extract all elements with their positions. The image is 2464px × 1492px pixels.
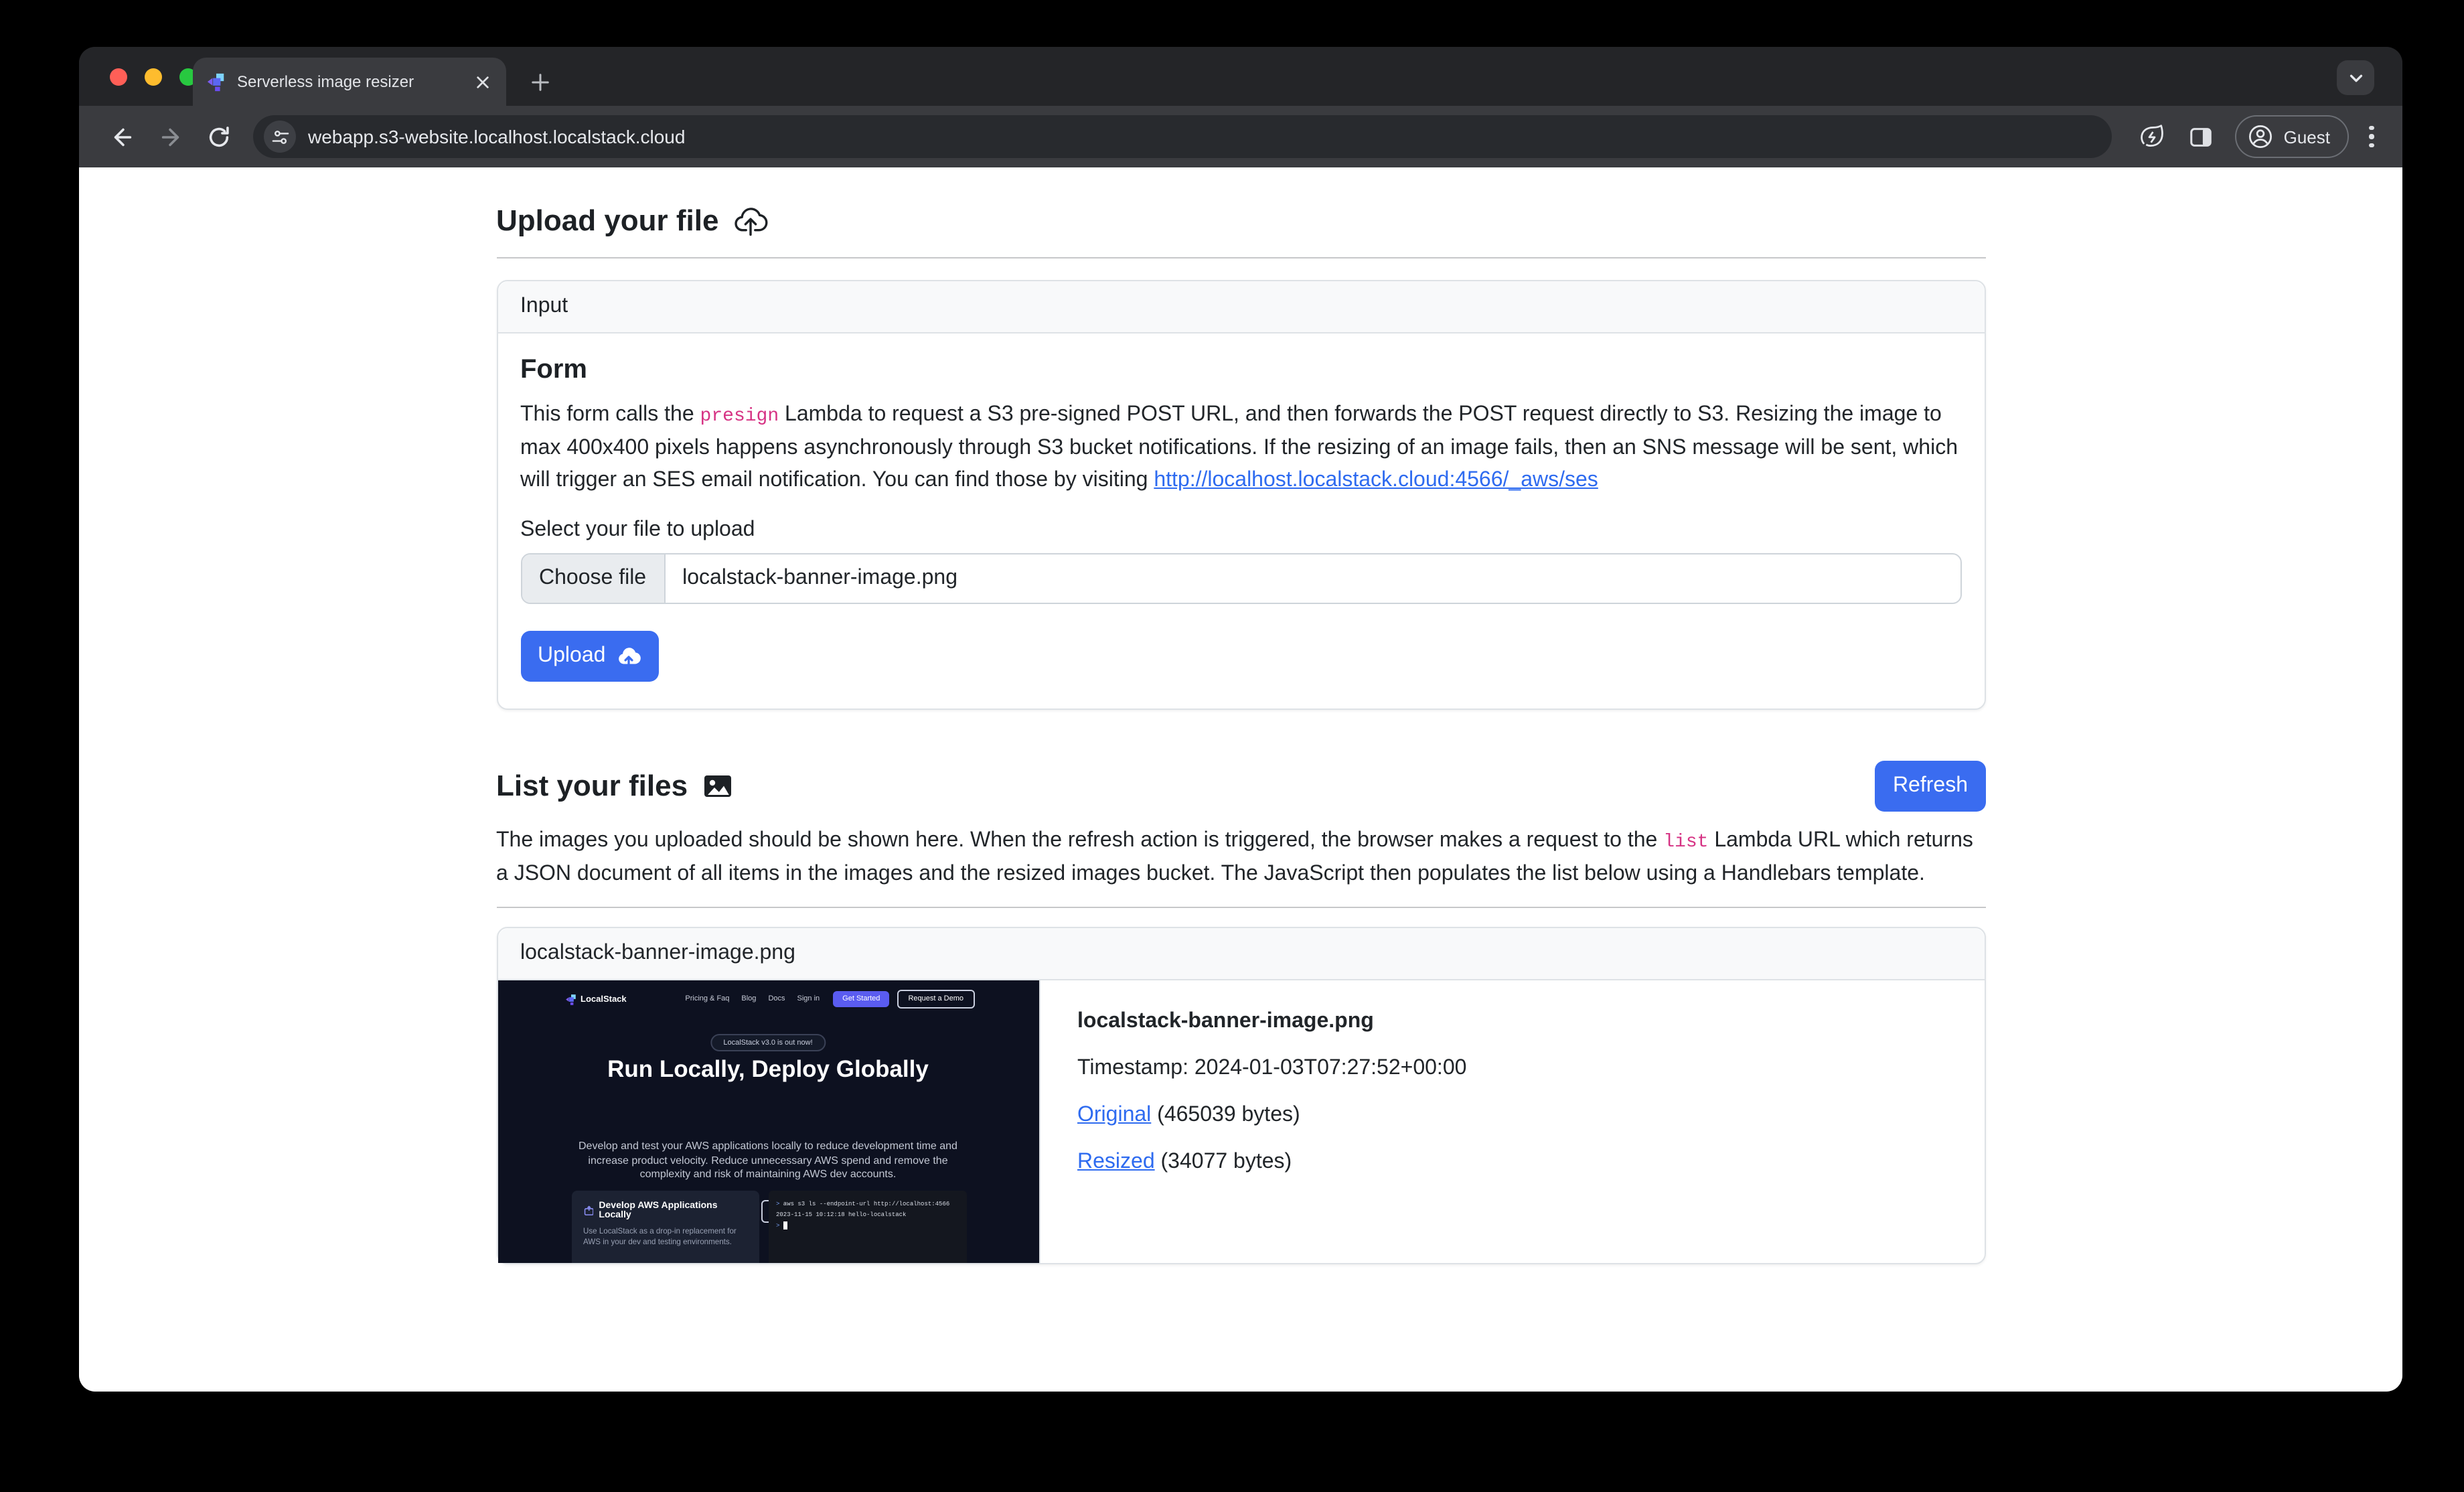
cloud-upload-outline-icon	[733, 202, 769, 238]
original-link[interactable]: Original	[1077, 1104, 1151, 1126]
reload-icon[interactable]	[201, 119, 236, 154]
profile-button[interactable]: Guest	[2236, 115, 2349, 158]
upload-description: This form calls the presign Lambda to re…	[520, 399, 1961, 497]
choose-file-button[interactable]: Choose file	[522, 554, 665, 603]
file-name: localstack-banner-image.png	[1077, 1010, 1946, 1034]
banner-feature-title: Develop AWS Applications Locally	[599, 1201, 747, 1220]
resized-size: (34077 bytes)	[1155, 1150, 1292, 1173]
browser-menu-icon[interactable]	[2360, 119, 2384, 154]
person-icon	[2248, 123, 2275, 150]
banner-brand: LocalStack	[564, 993, 627, 1005]
banner-feature-text: Use LocalStack as a drop-in replacement …	[583, 1227, 741, 1248]
form-title: Form	[520, 355, 1961, 386]
upload-button[interactable]: Upload	[520, 631, 659, 682]
original-size: (465039 bytes)	[1151, 1104, 1300, 1126]
tab-close-icon[interactable]	[471, 71, 493, 92]
upload-card: Input Form This form calls the presign L…	[496, 280, 1985, 710]
ses-link[interactable]: http://localhost.localstack.cloud:4566/_…	[1154, 469, 1598, 492]
resized-link[interactable]: Resized	[1077, 1150, 1155, 1173]
banner-feature-card: Develop AWS Applications Locally Use Loc…	[571, 1191, 759, 1263]
file-select-label: Select your file to upload	[520, 518, 1961, 542]
presign-code: presign	[700, 406, 779, 427]
divider	[496, 907, 1985, 908]
list-section-title: List your files	[496, 769, 733, 804]
banner-headline: Run Locally, Deploy Globally	[497, 1055, 1038, 1084]
banner-nav-item: Sign in	[797, 995, 820, 1003]
banner-feature-icon	[583, 1205, 593, 1216]
file-timestamp: Timestamp: 2024-01-03T07:27:52+00:00	[1077, 1057, 1946, 1081]
url-text: webapp.s3-website.localhost.localstack.c…	[308, 126, 685, 147]
browser-tab[interactable]: Serverless image resizer	[193, 58, 506, 106]
image-icon	[701, 770, 733, 802]
page-content: Upload your file Input Form This form ca…	[79, 167, 2402, 1392]
tab-title: Serverless image resizer	[237, 72, 471, 91]
refresh-button[interactable]: Refresh	[1875, 761, 1985, 812]
side-panel-icon[interactable]	[2183, 119, 2218, 154]
profile-label: Guest	[2284, 127, 2330, 147]
browser-toolbar: webapp.s3-website.localhost.localstack.c…	[79, 106, 2402, 167]
tab-strip: Serverless image resizer	[79, 47, 2402, 106]
file-input[interactable]: Choose file localstack-banner-image.png	[520, 553, 1961, 604]
url-bar[interactable]: webapp.s3-website.localhost.localstack.c…	[253, 115, 2112, 158]
banner-subtext: Develop and test your AWS applications l…	[572, 1140, 964, 1182]
file-input-value: localstack-banner-image.png	[665, 554, 975, 603]
tab-search-chevron-icon[interactable]	[2337, 60, 2374, 95]
browser-window: Serverless image resizer	[79, 47, 2402, 1392]
file-card-header: localstack-banner-image.png	[497, 928, 1984, 980]
upload-card-header: Input	[497, 281, 1984, 333]
banner-nav: LocalStack Pricing & Faq Blog Docs Sign …	[564, 990, 974, 1009]
banner-nav-get-started: Get Started	[833, 991, 889, 1007]
new-tab-button[interactable]	[524, 66, 556, 98]
close-window-button[interactable]	[110, 68, 127, 86]
list-code: list	[1663, 832, 1708, 853]
banner-badge: LocalStack v3.0 is out now!	[710, 1034, 826, 1051]
energy-saver-icon[interactable]	[2135, 119, 2170, 154]
banner-nav-item: Blog	[741, 995, 756, 1003]
banner-nav-item: Pricing & Faq	[685, 995, 729, 1003]
file-card: localstack-banner-image.png	[496, 927, 1985, 1264]
forward-icon[interactable]	[153, 119, 187, 154]
site-settings-icon[interactable]	[264, 121, 296, 153]
list-description: The images you uploaded should be shown …	[496, 825, 1985, 891]
traffic-lights	[110, 68, 197, 86]
minimize-window-button[interactable]	[145, 68, 162, 86]
back-icon[interactable]	[104, 119, 139, 154]
upload-section-title: Upload your file	[496, 202, 1985, 238]
divider	[496, 257, 1985, 258]
file-thumbnail: LocalStack Pricing & Faq Blog Docs Sign …	[497, 980, 1040, 1263]
banner-nav-item: Docs	[768, 995, 785, 1003]
banner-terminal: > aws s3 ls --endpoint-url http://localh…	[768, 1191, 966, 1263]
cloud-upload-fill-icon	[616, 644, 641, 669]
banner-nav-request-demo: Request a Demo	[897, 990, 974, 1009]
localstack-logo-icon	[564, 993, 576, 1005]
localstack-favicon-icon	[206, 72, 226, 92]
file-details: localstack-banner-image.png Timestamp: 2…	[1040, 980, 1984, 1263]
